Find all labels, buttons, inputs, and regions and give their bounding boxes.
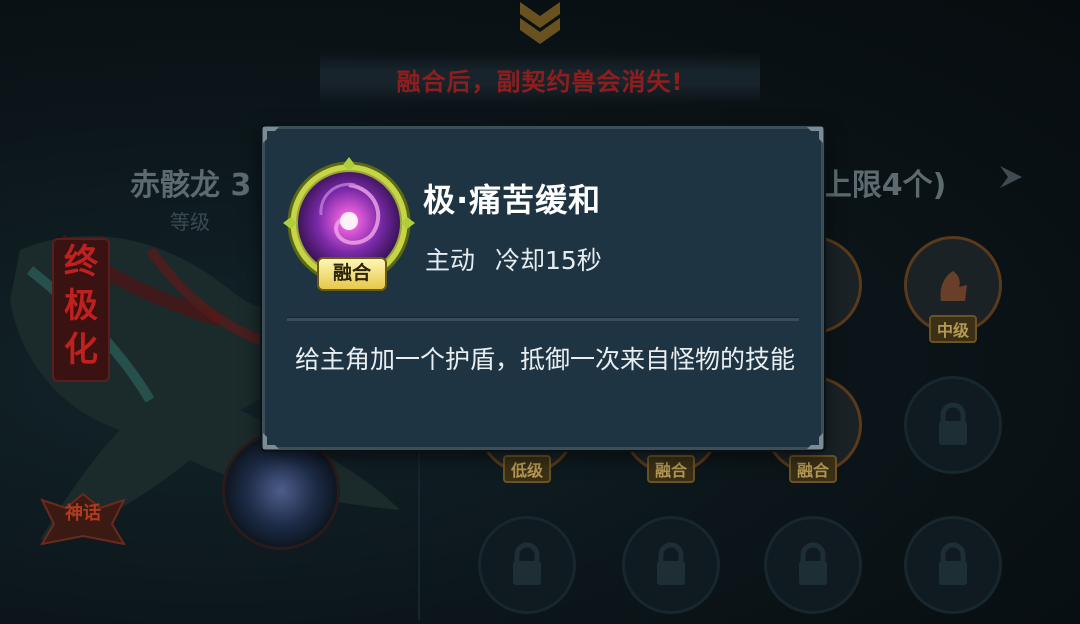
lock-icon xyxy=(939,542,967,585)
fusion-tag: 融合 xyxy=(317,257,387,291)
strength-skill-icon xyxy=(940,271,967,301)
skill-detail-popup[interactable]: 融合 极·痛苦缓和 主动 冷却15秒 给主角加一个护盾，抵御一次来自怪物的技能 xyxy=(262,126,824,450)
ultimate-title-char: 终 xyxy=(64,242,98,282)
slot-level-label: 融合 xyxy=(788,455,838,483)
arrow-right-icon[interactable] xyxy=(996,162,1030,192)
skill-cooldown: 冷却15秒 xyxy=(494,246,602,275)
skill-name: 极·痛苦缓和 xyxy=(423,181,602,219)
skill-limit-text: (上限4个) xyxy=(808,168,947,203)
panel-divider xyxy=(418,420,420,620)
lock-icon xyxy=(799,542,827,585)
corner-ornament xyxy=(263,127,279,143)
lock-icon xyxy=(657,542,685,585)
skill-slot-locked[interactable] xyxy=(478,516,576,614)
myth-rarity-badge: 神话 xyxy=(40,490,126,550)
fusion-warning-banner: 融合后，副契约兽会消失! xyxy=(320,52,760,104)
slot-level-label: 低级 xyxy=(502,455,552,483)
skill-type: 主动 xyxy=(425,246,476,275)
ultimate-title-banner: 终 极 化 xyxy=(52,238,110,382)
skill-slot-locked[interactable] xyxy=(764,516,862,614)
skill-description: 给主角加一个护盾，抵御一次来自怪物的技能 xyxy=(295,345,796,374)
skill-slot-mid[interactable]: 中级 xyxy=(904,236,1002,343)
skill-slot-locked[interactable] xyxy=(904,376,1002,474)
corner-ornament xyxy=(807,127,823,143)
slot-level-label: 融合 xyxy=(646,455,696,483)
popup-divider xyxy=(287,317,799,321)
pet-name: 赤骸龙 3 xyxy=(130,168,252,203)
ultimate-title-char: 化 xyxy=(64,330,98,370)
lock-icon xyxy=(513,542,541,585)
corner-ornament xyxy=(807,433,823,449)
skill-slot-locked[interactable] xyxy=(622,516,720,614)
skill-meta: 主动 冷却15秒 xyxy=(425,241,614,277)
chevron-down-icon[interactable] xyxy=(515,0,565,44)
slot-level-label: 中级 xyxy=(928,315,978,343)
skill-slot-locked[interactable] xyxy=(904,516,1002,614)
corner-ornament xyxy=(263,433,279,449)
myth-badge-label: 神话 xyxy=(65,503,101,524)
fusion-warning-text: 融合后，副契约兽会消失! xyxy=(396,68,684,96)
lock-icon xyxy=(939,402,967,445)
ultimate-title-char: 极 xyxy=(64,286,98,326)
